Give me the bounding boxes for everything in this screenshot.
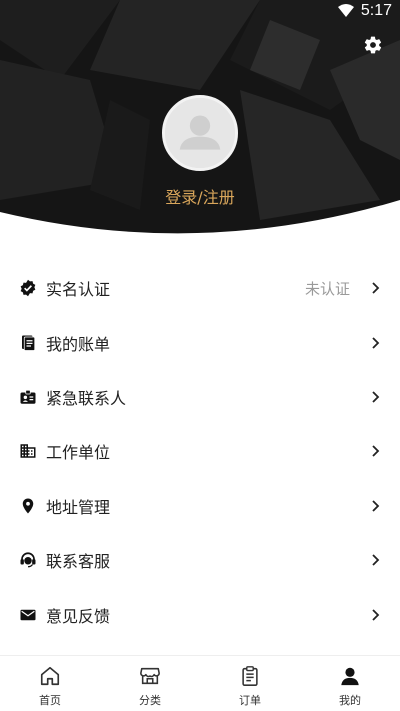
default-avatar-icon	[165, 98, 235, 168]
chevron-right-icon	[372, 445, 380, 457]
status-time: 5:17	[360, 2, 392, 19]
verified-badge-icon	[19, 279, 37, 297]
profile-header: 5:17 登录/注册	[0, 0, 400, 245]
home-icon	[39, 665, 61, 687]
shop-icon	[139, 665, 161, 687]
gear-icon[interactable]	[363, 35, 383, 55]
tab-mine[interactable]: 我的	[300, 656, 400, 711]
menu-item-label: 实名认证	[46, 280, 111, 300]
menu-item-label: 我的账单	[46, 334, 111, 354]
menu-item-label: 地址管理	[46, 497, 111, 517]
menu-item-address-management[interactable]: 地址管理	[0, 479, 400, 533]
chevron-right-icon	[372, 608, 380, 621]
menu-item-label: 工作单位	[46, 443, 111, 463]
menu-item-customer-service[interactable]: 联系客服	[0, 533, 400, 587]
person-icon	[339, 665, 361, 687]
mail-icon	[19, 606, 37, 624]
avatar[interactable]	[162, 95, 238, 171]
contact-card-icon	[19, 388, 37, 406]
profile-menu: 实名认证 未认证 我的账单 紧急联系人 工作单位 地址管理 联系客服 意见反馈	[0, 261, 400, 642]
clipboard-icon	[239, 665, 261, 687]
tab-label: 分类	[139, 694, 161, 707]
tab-label: 我的	[339, 694, 361, 707]
chevron-right-icon	[372, 282, 380, 294]
location-pin-icon	[19, 497, 37, 515]
wifi-icon	[338, 4, 354, 17]
menu-item-my-bills[interactable]: 我的账单	[0, 315, 400, 369]
bottom-navigation: 首页 分类 订单 我的	[0, 655, 400, 711]
tab-orders[interactable]: 订单	[200, 656, 300, 711]
headset-icon	[19, 551, 37, 569]
chevron-right-icon	[372, 336, 380, 349]
menu-item-emergency-contact[interactable]: 紧急联系人	[0, 370, 400, 424]
tab-home[interactable]: 首页	[0, 656, 100, 711]
verification-status: 未认证	[304, 279, 350, 298]
tab-category[interactable]: 分类	[100, 656, 200, 711]
status-bar: 5:17	[0, 0, 400, 24]
menu-item-feedback[interactable]: 意见反馈	[0, 587, 400, 641]
bill-icon	[19, 334, 37, 352]
menu-item-work-unit[interactable]: 工作单位	[0, 424, 400, 478]
chevron-right-icon	[372, 500, 380, 512]
building-icon	[19, 442, 37, 460]
menu-item-real-name-verification[interactable]: 实名认证 未认证	[0, 261, 400, 315]
menu-item-label: 紧急联系人	[46, 388, 127, 408]
chevron-right-icon	[372, 554, 380, 566]
menu-item-label: 意见反馈	[46, 606, 111, 626]
menu-item-label: 联系客服	[46, 552, 111, 572]
chevron-right-icon	[372, 391, 380, 403]
tab-label: 订单	[239, 694, 261, 707]
tab-label: 首页	[39, 694, 61, 707]
login-register-label[interactable]: 登录/注册	[165, 188, 234, 207]
login-register-link[interactable]: 登录/注册	[0, 184, 400, 208]
